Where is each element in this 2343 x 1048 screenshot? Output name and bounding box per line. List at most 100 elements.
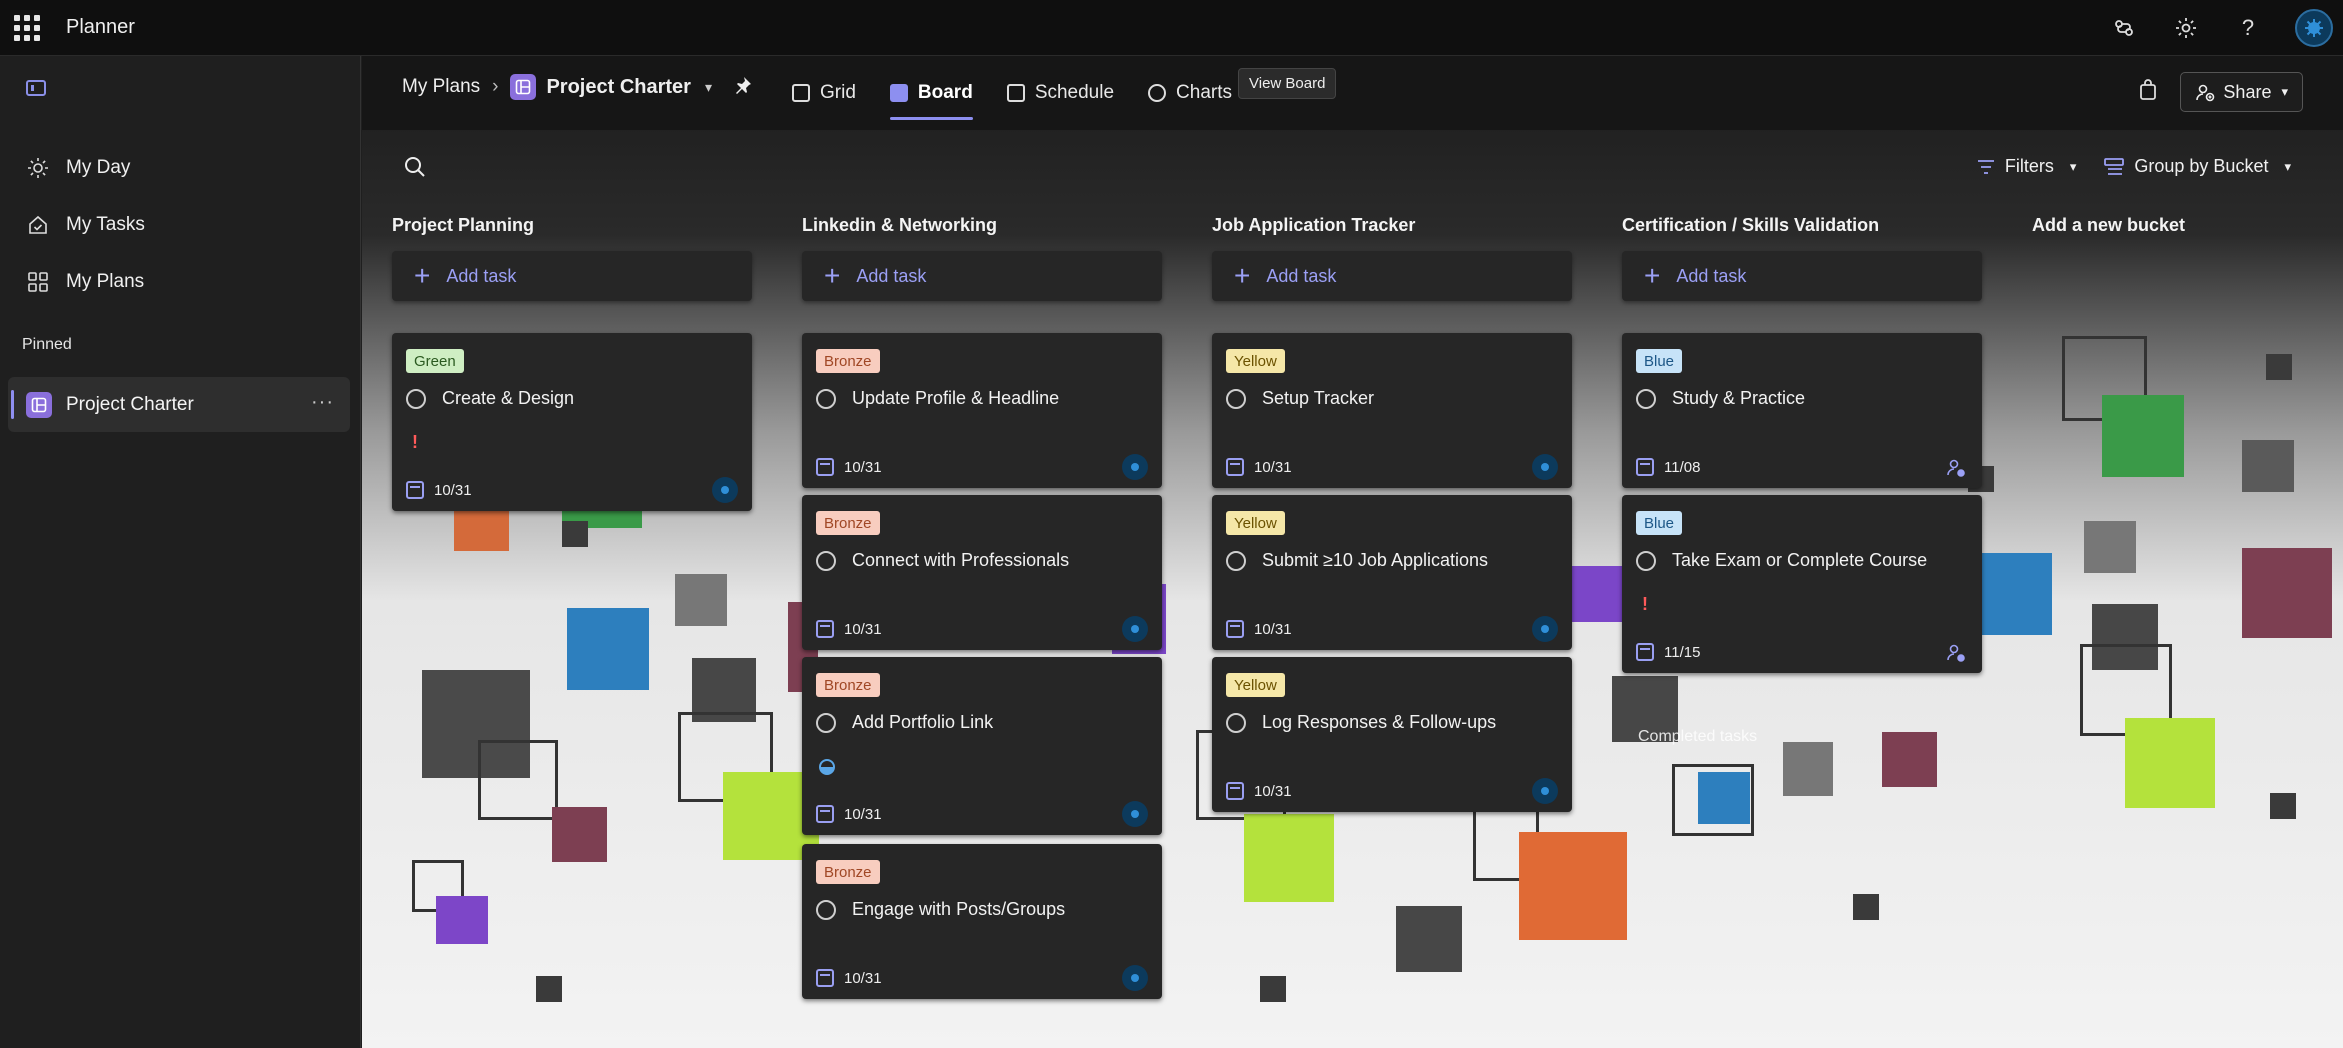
assign-person-icon[interactable] [1946,643,1966,663]
chevron-down-icon[interactable]: ▾ [705,79,712,96]
complete-task-checkbox[interactable] [816,388,836,409]
add-new-bucket[interactable]: Add a new bucket [2032,215,2185,236]
assignee-avatar[interactable] [712,477,738,503]
group-by-button[interactable]: Group by Bucket ▾ [2104,156,2291,177]
add-task-button[interactable]: + Add task [1622,251,1982,301]
assignee-avatar[interactable] [1122,616,1148,642]
label-chip: Yellow [1226,349,1285,373]
task-card[interactable]: Yellow Setup Tracker 10/31 [1212,333,1572,488]
share-person-icon [2196,84,2215,102]
calendar-icon [1636,458,1654,476]
teams-bag-icon[interactable] [2138,78,2158,106]
complete-task-checkbox[interactable] [1636,388,1656,409]
bucket-title[interactable]: Project Planning [392,215,534,236]
tab-charts[interactable]: Charts [1148,56,1232,130]
plans-icon [26,270,50,294]
assign-person-icon[interactable] [1946,458,1966,478]
tab-board[interactable]: Board [889,56,973,130]
task-card[interactable]: Bronze Connect with Professionals 10/31 [802,495,1162,650]
label-chip: Green [406,349,464,373]
group-icon [2104,157,2125,175]
task-card[interactable]: Yellow Submit ≥10 Job Applications 10/31 [1212,495,1572,650]
app-launcher-icon[interactable] [14,14,40,41]
calendar-icon [816,458,834,476]
add-task-button[interactable]: + Add task [1212,251,1572,301]
task-title: Setup Tracker [1262,388,1375,408]
calendar-icon [1226,458,1244,476]
label-chip: Yellow [1226,673,1285,697]
filters-button[interactable]: Filters ▾ [1977,156,2077,177]
complete-task-checkbox[interactable] [816,550,836,571]
complete-task-checkbox[interactable] [1226,388,1246,409]
selected-indicator [11,390,14,419]
tab-schedule[interactable]: Schedule [1006,56,1114,130]
complete-task-checkbox[interactable] [816,712,836,733]
assignee-avatar[interactable] [1122,454,1148,480]
chevron-down-icon: ▾ [2281,84,2288,99]
assignee-avatar[interactable] [1532,778,1558,804]
plus-icon: + [824,260,841,291]
sidebar-item-my-day[interactable]: My Day [26,156,130,180]
view-tabs: Grid Board Schedule Charts [792,56,1232,130]
complete-task-checkbox[interactable] [1226,712,1246,733]
pinned-plan-project-charter[interactable]: Project Charter ··· [8,377,350,432]
task-card[interactable]: Blue Study & Practice 11/08 [1622,333,1982,488]
breadcrumb: My Plans › Project Charter ▾ [402,74,752,100]
task-card[interactable]: Yellow Log Responses & Follow-ups 10/31 [1212,657,1572,812]
plan-board-icon [26,391,52,418]
task-title: Submit ≥10 Job Applications [1262,550,1489,570]
due-date: 10/31 [844,458,882,476]
task-card[interactable]: Bronze Update Profile & Headline 10/31 [802,333,1162,488]
task-card[interactable]: Bronze Engage with Posts/Groups 10/31 [802,844,1162,999]
task-card[interactable]: Bronze Add Portfolio Link 10/31 [802,657,1162,835]
chevron-down-icon: ▾ [2069,158,2077,174]
plan-header: My Plans › Project Charter ▾ Grid Board [362,56,2343,130]
due-date: 10/31 [844,620,882,638]
due-date: 11/15 [1664,643,1701,661]
user-avatar[interactable] [2295,9,2333,47]
completed-tasks-label[interactable]: Completed tasks [1638,728,1757,746]
due-date: 10/31 [1254,458,1292,476]
label-chip: Blue [1636,349,1683,373]
bucket-title[interactable]: Certification / Skills Validation [1622,215,1879,236]
sidebar-item-label: My Day [66,157,131,178]
pinned-section-label: Pinned [22,336,72,353]
add-task-button[interactable]: + Add task [392,251,752,301]
plan-title[interactable]: Project Charter [546,76,691,99]
assignee-avatar[interactable] [1532,454,1558,480]
task-title: Log Responses & Follow-ups [1262,712,1497,732]
sidebar-item-my-plans[interactable]: My Plans [26,270,144,294]
collapse-sidebar-icon[interactable] [26,80,46,96]
search-icon[interactable] [404,156,426,178]
plus-icon: + [414,260,431,291]
task-title: Create & Design [442,388,575,408]
calendar-icon [816,805,834,823]
share-link-icon[interactable] [2109,13,2139,43]
bucket-title[interactable]: Linkedin & Networking [802,215,997,236]
sidebar-item-my-tasks[interactable]: My Tasks [26,213,145,237]
share-button[interactable]: Share ▾ [2180,72,2303,112]
settings-gear-icon[interactable] [2171,13,2201,43]
assignee-avatar[interactable] [1532,616,1558,642]
complete-task-checkbox[interactable] [1636,550,1656,571]
assignee-avatar[interactable] [1122,801,1148,827]
tab-grid[interactable]: Grid [792,56,856,130]
pin-icon[interactable] [734,76,752,99]
more-options-icon[interactable]: ··· [311,391,334,414]
assignee-avatar[interactable] [1122,965,1148,991]
calendar-icon [1636,643,1654,661]
task-title: Take Exam or Complete Course [1672,550,1928,570]
view-board-tooltip: View Board [1238,68,1337,99]
label-chip: Bronze [816,673,880,697]
complete-task-checkbox[interactable] [1226,550,1246,571]
complete-task-checkbox[interactable] [406,388,426,409]
bucket-title[interactable]: Job Application Tracker [1212,215,1415,236]
task-card[interactable]: Blue Take Exam or Complete Course ! 11/1… [1622,495,1982,673]
complete-task-checkbox[interactable] [816,899,836,920]
add-task-button[interactable]: + Add task [802,251,1162,301]
help-icon[interactable]: ? [2233,13,2263,43]
label-chip: Bronze [816,860,880,884]
task-card[interactable]: Green Create & Design ! 10/31 [392,333,752,511]
sidebar-item-label: My Plans [66,271,145,292]
breadcrumb-my-plans[interactable]: My Plans [402,76,480,98]
